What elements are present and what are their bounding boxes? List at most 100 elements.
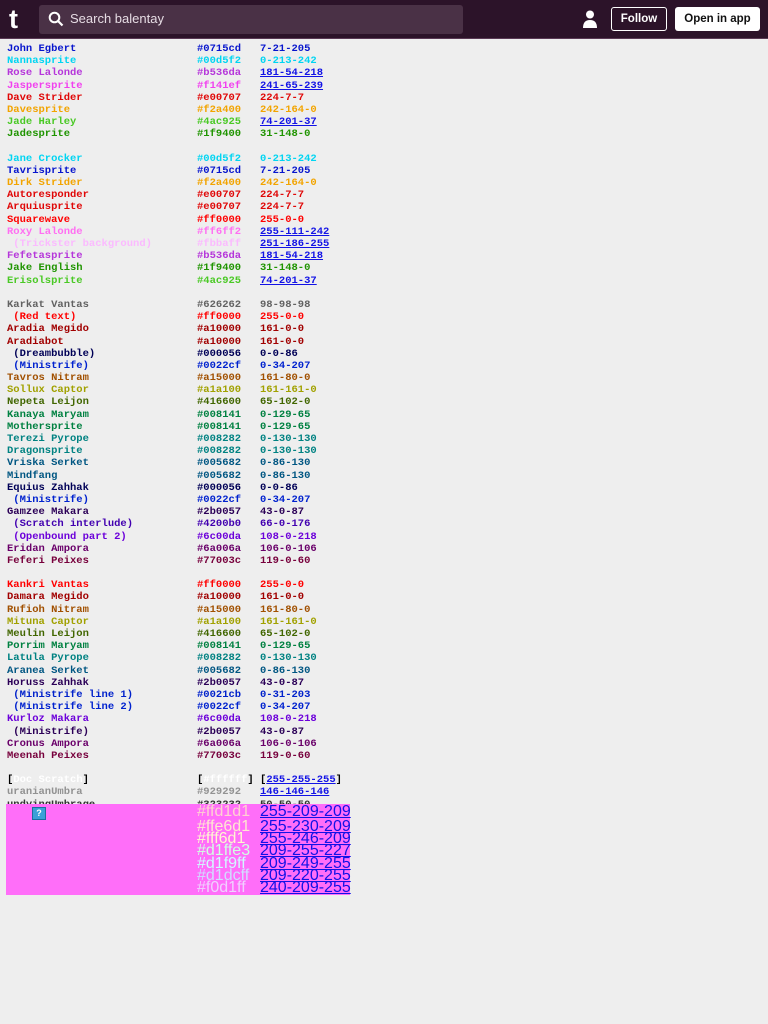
- rgb-link[interactable]: 251-186-255: [260, 238, 329, 250]
- color-row: Kurloz Makara #6c00da 108-0-218: [0, 713, 768, 725]
- character-name: Sollux Captor: [7, 384, 89, 397]
- color-row: Tavros Nitram #a15000 161-80-0: [0, 372, 768, 384]
- rgb-value: 108-0-218: [260, 713, 317, 726]
- hex-code: #008141: [197, 640, 242, 653]
- character-name: (Openbound part 2): [7, 530, 127, 543]
- color-row: Aradia Megido #a10000 161-0-0: [0, 323, 768, 335]
- color-row: Rose Lalonde #b536da 181-54-218: [0, 67, 768, 79]
- hex-code: #e00707: [197, 189, 242, 202]
- rgb-link[interactable]: 255-255-255: [266, 774, 335, 786]
- hex-code: #626262: [197, 298, 242, 311]
- hex-code: #ffd1d1: [197, 803, 251, 820]
- hex-code: #77003c: [197, 749, 242, 762]
- color-row: Sollux Captor #a1a100 161-161-0: [0, 384, 768, 396]
- character-name: Cronus Ampora: [7, 737, 89, 750]
- rgb-value: 43-0-87: [260, 676, 305, 689]
- hex-code: #a10000: [197, 323, 242, 336]
- hex-code: #6c00da: [197, 530, 242, 543]
- hex-code: #77003c: [197, 554, 242, 567]
- rgb-link[interactable]: 74-201-37: [260, 116, 317, 128]
- character-name: Equius Zahhak: [7, 481, 89, 494]
- character-name: [Doc Scratch]: [7, 774, 89, 787]
- rgb-value: 0-130-130: [260, 652, 317, 665]
- hex-code: #000056: [197, 347, 242, 360]
- color-row: Kanaya Maryam #008141 0-129-65: [0, 409, 768, 421]
- rgb-value: 65-102-0: [260, 628, 311, 640]
- color-row: Jaspersprite #f141ef 241-65-239: [0, 80, 768, 92]
- hex-code: #6a006a: [197, 542, 242, 555]
- rgb-link[interactable]: 181-54-218: [260, 67, 323, 79]
- color-row: Latula Pyrope #008282 0-130-130: [0, 652, 768, 664]
- hex-code: #2b0057: [197, 725, 242, 738]
- rgb-value: 242-164-0: [260, 103, 317, 116]
- character-name: Terezi Pyrope: [7, 433, 89, 445]
- hex-code: #929292: [197, 786, 242, 799]
- color-row: Cronus Ampora #6a006a 106-0-106: [0, 738, 768, 750]
- search-icon: [48, 11, 64, 27]
- rgb-value: 0-86-130: [260, 457, 311, 470]
- rgb-value: 0-86-130: [260, 664, 311, 677]
- character-name: Kanaya Maryam: [7, 408, 89, 421]
- color-row: Aranea Serket #005682 0-86-130: [0, 665, 768, 677]
- character-name: (Trickster background): [7, 238, 152, 250]
- open-in-app-button[interactable]: Open in app: [675, 7, 760, 31]
- rgb-link[interactable]: 181-54-218: [260, 250, 323, 262]
- hex-code: #416600: [197, 628, 242, 640]
- rgb-link[interactable]: 255-111-242: [260, 226, 329, 238]
- color-row: Davesprite #f2a400 242-164-0: [0, 104, 768, 116]
- rgb-value: 0-129-65: [260, 640, 311, 653]
- color-row: Aradiabot #a10000 161-0-0: [0, 336, 768, 348]
- color-row: (Trickster background) #fbbaff 251-186-255: [0, 238, 768, 250]
- hex-code: #00d5f2: [197, 55, 242, 68]
- rgb-link[interactable]: 74-201-37: [260, 275, 317, 287]
- account-icon[interactable]: [582, 9, 598, 29]
- color-row: John Egbert #0715cd 7-21-205: [0, 43, 768, 55]
- color-row: Mothersprite #008141 0-129-65: [0, 421, 768, 433]
- color-row: (Openbound part 2) #6c00da 108-0-218: [0, 531, 768, 543]
- rgb-value: 0-213-242: [260, 152, 317, 165]
- color-row: Meulin Leijon #416600 65-102-0: [0, 628, 768, 640]
- character-name: Dirk Strider: [7, 177, 83, 190]
- search-input[interactable]: Search balentay: [39, 5, 463, 34]
- rgb-link[interactable]: [255-255-255]: [260, 774, 342, 786]
- hex-code: #f2a400: [197, 103, 242, 116]
- character-name: (Scratch interlude): [7, 518, 134, 531]
- rgb-value: 0-34-207: [260, 359, 311, 372]
- rgb-link[interactable]: 241-65-239: [260, 80, 323, 92]
- hex-code: #e00707: [197, 91, 242, 104]
- character-name: Jadesprite: [7, 128, 71, 141]
- hex-code: #6c00da: [197, 713, 242, 726]
- hex-code: #fbbaff: [197, 238, 242, 250]
- hex-code: #f2a400: [197, 177, 242, 190]
- color-row: Jadesprite #1f9400 31-148-0: [0, 128, 768, 140]
- hex-code: #f141ef: [197, 79, 242, 92]
- rgb-value: 161-161-0: [260, 615, 317, 628]
- rgb-link[interactable]: 240-209-255: [260, 879, 351, 895]
- hex-code: #a10000: [197, 591, 242, 604]
- character-name: Rufioh Nitram: [7, 603, 89, 616]
- rgb-link[interactable]: 146-146-146: [260, 786, 329, 798]
- hex-code: #a1a100: [197, 384, 242, 397]
- color-row: Eridan Ampora #6a006a 106-0-106: [0, 543, 768, 555]
- rgb-link[interactable]: 255-209-209: [260, 803, 351, 819]
- character-name: (Ministrife): [7, 359, 89, 372]
- follow-button[interactable]: Follow: [611, 7, 667, 31]
- rgb-value: 255-0-0: [260, 311, 305, 324]
- hex-code: #008282: [197, 433, 242, 445]
- color-row: Erisolsprite #4ac925 74-201-37: [0, 275, 768, 287]
- rgb-value: 0-0-86: [260, 481, 298, 494]
- color-row: (Scratch interlude) #4200b0 66-0-176: [0, 518, 768, 530]
- character-name: Aranea Serket: [7, 664, 89, 677]
- color-row: (Red text) #ff0000 255-0-0: [0, 311, 768, 323]
- rgb-value: 161-0-0: [260, 323, 305, 336]
- color-row: Meenah Peixes #77003c 119-0-60: [0, 750, 768, 762]
- tumblr-logo[interactable]: t: [9, 4, 18, 35]
- rgb-value: 255-0-0: [260, 579, 305, 592]
- color-row: Jade Harley #4ac925 74-201-37: [0, 116, 768, 128]
- character-name: Damara Megido: [7, 591, 89, 604]
- color-row: Karkat Vantas #626262 98-98-98: [0, 299, 768, 311]
- character-name: Nepeta Leijon: [7, 396, 89, 409]
- rgb-value: 0-130-130: [260, 445, 317, 458]
